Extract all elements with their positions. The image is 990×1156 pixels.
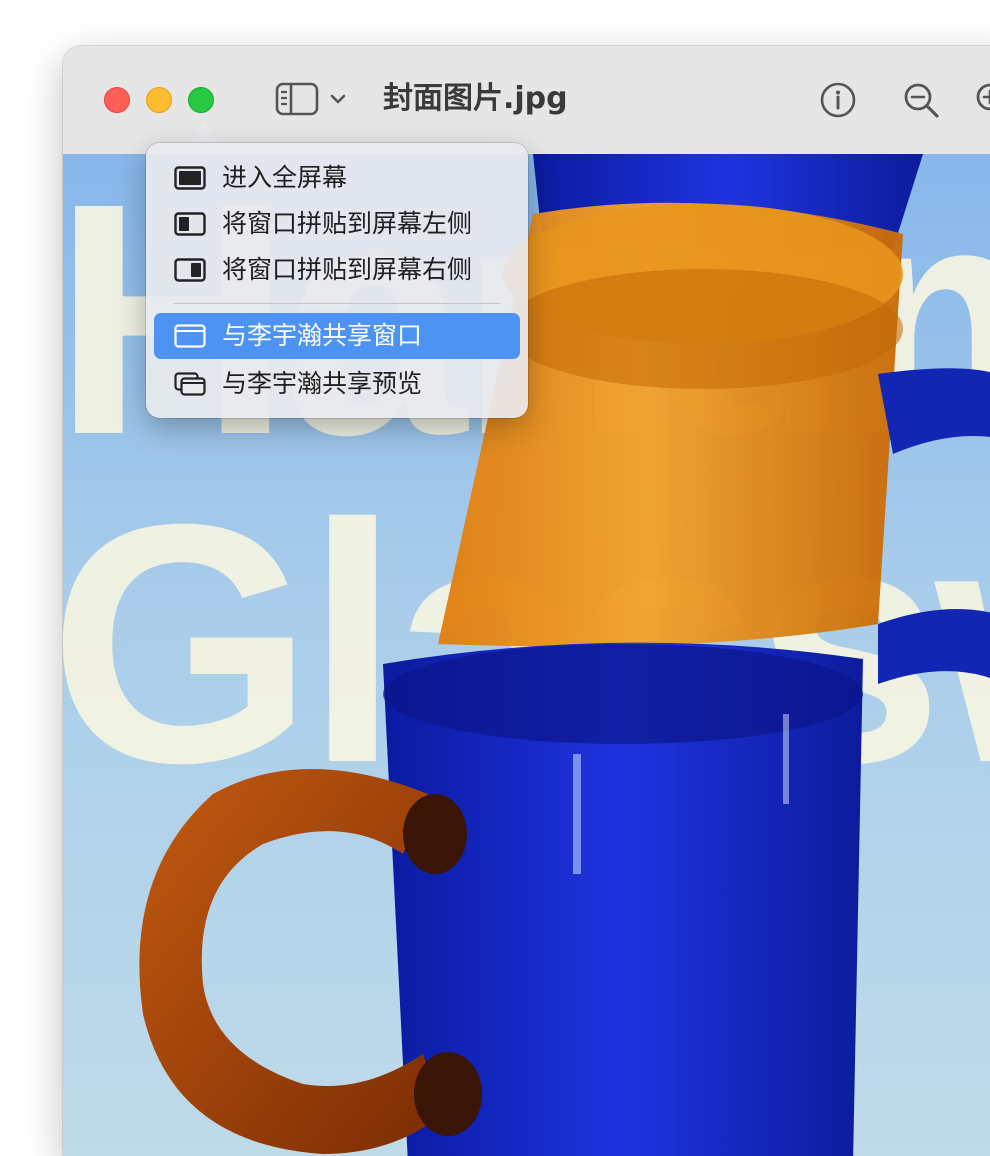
menu-item-tile-right[interactable]: 将窗口拼贴到屏幕右侧 (154, 247, 520, 293)
zoom-button[interactable] (188, 87, 214, 113)
sidebar-icon[interactable] (275, 82, 319, 116)
menu-item-label: 将窗口拼贴到屏幕左侧 (222, 209, 473, 238)
menu-item-label: 将窗口拼贴到屏幕右侧 (222, 255, 473, 284)
menu-item-tile-left[interactable]: 将窗口拼贴到屏幕左侧 (154, 201, 520, 247)
menu-pointer (190, 120, 218, 144)
zoom-out-icon[interactable] (901, 80, 941, 120)
menu-item-enter-fullscreen[interactable]: 进入全屏幕 (154, 155, 520, 201)
tile-left-icon (174, 212, 206, 236)
window-title: 封面图片.jpg (383, 81, 568, 116)
fullscreen-icon (174, 166, 206, 190)
menu-separator (174, 303, 500, 304)
tile-right-icon (174, 258, 206, 282)
menu-item-share-window[interactable]: 与李宇瀚共享窗口 (154, 313, 520, 359)
window-tile-menu: 进入全屏幕 将窗口拼贴到屏幕左侧 将窗口拼贴到屏幕右侧 与李宇瀚共享窗口 与李宇… (146, 143, 528, 418)
menu-item-label: 进入全屏幕 (222, 163, 348, 192)
close-button[interactable] (104, 87, 130, 113)
menu-item-label: 与李宇瀚共享窗口 (222, 321, 423, 350)
zoom-in-icon[interactable] (973, 80, 990, 120)
menu-item-share-preview[interactable]: 与李宇瀚共享预览 (154, 361, 520, 407)
info-icon[interactable] (819, 81, 857, 119)
menu-item-label: 与李宇瀚共享预览 (222, 369, 423, 398)
share-window-icon (174, 324, 206, 348)
chevron-down-icon[interactable] (329, 90, 347, 108)
share-preview-icon (174, 372, 206, 396)
minimize-button[interactable] (146, 87, 172, 113)
